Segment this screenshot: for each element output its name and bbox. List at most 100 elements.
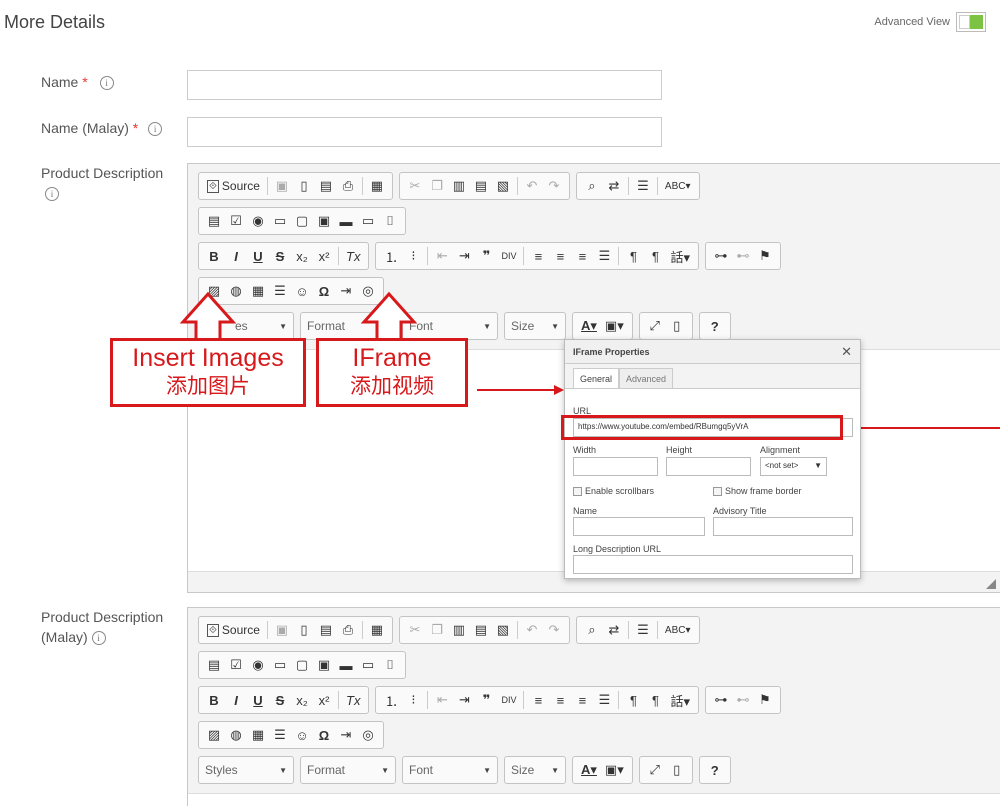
paste-icon[interactable]: ▥ xyxy=(448,175,470,197)
templates-icon[interactable]: ▦ xyxy=(366,619,388,641)
language-icon[interactable]: 話▾ xyxy=(666,245,694,267)
ltr-icon[interactable]: ¶ xyxy=(622,245,644,267)
paste-word-icon[interactable]: ▧ xyxy=(492,175,514,197)
outdent-icon[interactable]: ⇤ xyxy=(431,689,453,711)
remove-format-icon[interactable]: Tx xyxy=(342,689,364,711)
show-frame-border-row[interactable]: Show frame border xyxy=(713,486,802,497)
replace-icon[interactable]: ⇄ xyxy=(603,619,625,641)
numbered-list-icon[interactable]: ⒈ xyxy=(380,245,402,267)
find-icon[interactable]: ⌕ xyxy=(581,175,603,197)
italic-icon[interactable]: I xyxy=(225,245,247,267)
name-malay-input[interactable] xyxy=(187,117,662,147)
table-icon[interactable]: ▦ xyxy=(247,280,269,302)
replace-icon[interactable]: ⇄ xyxy=(603,175,625,197)
undo-icon[interactable]: ↶ xyxy=(521,619,543,641)
print-icon[interactable]: ⎙ xyxy=(337,175,359,197)
align-left-icon[interactable]: ≡ xyxy=(527,245,549,267)
outdent-icon[interactable]: ⇤ xyxy=(431,245,453,267)
info-icon[interactable]: i xyxy=(45,187,59,202)
tab-general[interactable]: General xyxy=(573,368,620,388)
strike-icon[interactable]: S xyxy=(269,689,291,711)
align-right-icon[interactable]: ≡ xyxy=(571,245,593,267)
select-field-icon[interactable]: ▣ xyxy=(313,210,335,232)
ltr-icon[interactable]: ¶ xyxy=(622,689,644,711)
size-dropdown[interactable]: Size ▼ xyxy=(504,312,566,340)
page-break-icon[interactable]: ⇥ xyxy=(335,724,357,746)
superscript-icon[interactable]: x² xyxy=(313,245,335,267)
cut-icon[interactable]: ✂ xyxy=(404,619,426,641)
justify-icon[interactable]: ☰ xyxy=(593,245,615,267)
bulleted-list-icon[interactable]: ⁝ xyxy=(402,689,424,711)
blockquote-icon[interactable]: ❞ xyxy=(475,245,497,267)
special-char-icon[interactable]: Ω xyxy=(313,280,335,302)
image-icon[interactable]: ▨ xyxy=(203,280,225,302)
redo-icon[interactable]: ↷ xyxy=(543,175,565,197)
bold-icon[interactable]: B xyxy=(203,689,225,711)
image-button-icon[interactable]: ▭ xyxy=(357,654,379,676)
indent-icon[interactable]: ⇥ xyxy=(453,245,475,267)
new-page-icon[interactable]: ▯ xyxy=(293,619,315,641)
undo-icon[interactable]: ↶ xyxy=(521,175,543,197)
textarea-icon[interactable]: ▢ xyxy=(291,654,313,676)
info-icon[interactable]: i xyxy=(99,76,114,91)
checkbox-icon[interactable]: ☑ xyxy=(225,210,247,232)
help-button[interactable]: ? xyxy=(704,759,726,781)
close-icon[interactable]: ✕ xyxy=(841,344,852,360)
select-all-icon[interactable]: ☰ xyxy=(632,619,654,641)
align-left-icon[interactable]: ≡ xyxy=(527,689,549,711)
styles-dropdown[interactable]: es ▼ xyxy=(198,312,294,340)
bg-color-icon[interactable]: ▣▾ xyxy=(601,315,628,337)
table-icon[interactable]: ▦ xyxy=(247,724,269,746)
language-icon[interactable]: 話▾ xyxy=(666,689,694,711)
bg-color-icon[interactable]: ▣▾ xyxy=(601,759,628,781)
info-icon[interactable]: i xyxy=(148,122,163,137)
font-dropdown[interactable]: Font ▼ xyxy=(402,756,498,784)
form-icon[interactable]: ▤ xyxy=(203,654,225,676)
button-field-icon[interactable]: ▬ xyxy=(335,654,357,676)
cut-icon[interactable]: ✂ xyxy=(404,175,426,197)
radio-icon[interactable]: ◉ xyxy=(247,654,269,676)
hidden-field-icon[interactable]: ⌷ xyxy=(379,654,401,676)
checkbox[interactable] xyxy=(573,487,582,497)
radio-icon[interactable]: ◉ xyxy=(247,210,269,232)
name-input[interactable] xyxy=(573,517,705,536)
paste-text-icon[interactable]: ▤ xyxy=(470,175,492,197)
rtl-icon[interactable]: ¶ xyxy=(644,689,666,711)
checkbox-icon[interactable]: ☑ xyxy=(225,654,247,676)
find-icon[interactable]: ⌕ xyxy=(581,619,603,641)
advanced-view-toggle[interactable] xyxy=(956,12,986,32)
alignment-select[interactable]: <not set> ▼ xyxy=(760,457,827,476)
horizontal-line-icon[interactable]: ☰ xyxy=(269,724,291,746)
help-button[interactable]: ? xyxy=(704,315,726,337)
name-input[interactable] xyxy=(187,70,662,100)
save-icon[interactable]: ▣ xyxy=(271,619,293,641)
enable-scrollbars-row[interactable]: Enable scrollbars xyxy=(573,486,654,497)
align-right-icon[interactable]: ≡ xyxy=(571,689,593,711)
iframe-icon[interactable]: ◎ xyxy=(357,280,379,302)
italic-icon[interactable]: I xyxy=(225,689,247,711)
width-input[interactable] xyxy=(573,457,658,476)
spellcheck-icon[interactable]: ABC▾ xyxy=(661,619,695,641)
paste-icon[interactable]: ▥ xyxy=(448,619,470,641)
textfield-icon[interactable]: ▭ xyxy=(269,654,291,676)
rtl-icon[interactable]: ¶ xyxy=(644,245,666,267)
special-char-icon[interactable]: Ω xyxy=(313,724,335,746)
flash-icon[interactable]: ◍ xyxy=(225,724,247,746)
maximize-icon[interactable]: ⤢ xyxy=(644,315,666,337)
templates-icon[interactable]: ▦ xyxy=(366,175,388,197)
preview-icon[interactable]: ▤ xyxy=(315,619,337,641)
hidden-field-icon[interactable]: ⌷ xyxy=(379,210,401,232)
superscript-icon[interactable]: x² xyxy=(313,689,335,711)
advisory-title-input[interactable] xyxy=(713,517,853,536)
spellcheck-icon[interactable]: ABC▾ xyxy=(661,175,695,197)
subscript-icon[interactable]: x₂ xyxy=(291,245,313,267)
button-field-icon[interactable]: ▬ xyxy=(335,210,357,232)
iframe-icon[interactable]: ◎ xyxy=(357,724,379,746)
format-dropdown[interactable]: Format ▼ xyxy=(300,312,396,340)
link-icon[interactable]: ⊶ xyxy=(710,245,732,267)
source-button[interactable]: ⟐ Source xyxy=(203,619,264,641)
strike-icon[interactable]: S xyxy=(269,245,291,267)
smiley-icon[interactable]: ☺ xyxy=(291,280,313,302)
styles-dropdown[interactable]: Styles ▼ xyxy=(198,756,294,784)
font-dropdown[interactable]: Font ▼ xyxy=(402,312,498,340)
